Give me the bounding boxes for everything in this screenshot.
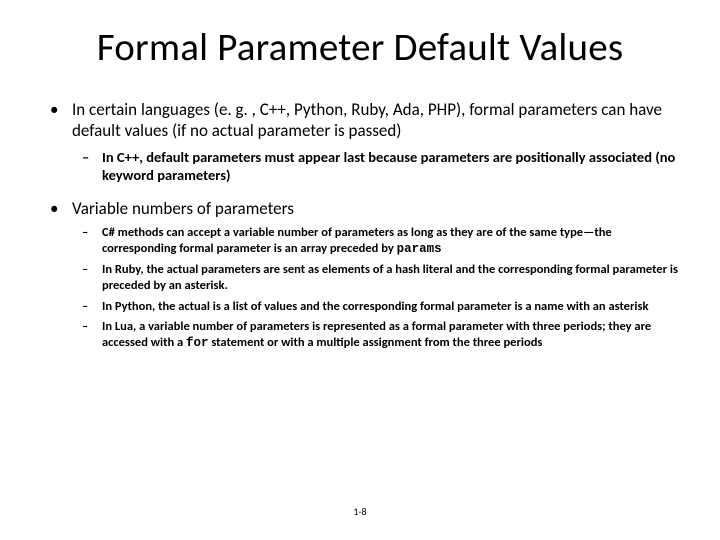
subbullet-text: In Ruby, the actual parameters are sent …	[102, 262, 678, 293]
slide-title: Formal Parameter Default Values	[40, 24, 680, 71]
bullet-text: Variable numbers of parameters	[72, 198, 294, 219]
bullet-list: In certain languages (e. g. , C++, Pytho…	[40, 99, 680, 351]
page-number: 1-8	[0, 505, 720, 518]
sublist-variable-params: C# methods can accept a variable number …	[72, 225, 680, 351]
subbullet-csharp: C# methods can accept a variable number …	[72, 225, 680, 257]
subbullet-lua: In Lua, a variable number of parameters …	[72, 319, 680, 351]
subbullet-ruby: In Ruby, the actual parameters are sent …	[72, 262, 680, 293]
slide: Formal Parameter Default Values In certa…	[0, 0, 720, 540]
code-for: for	[186, 336, 209, 350]
bullet-variable-params: Variable numbers of parameters C# method…	[40, 198, 680, 352]
subbullet-python: In Python, the actual is a list of value…	[72, 299, 680, 315]
subbullet-text-part: C# methods can accept a variable number …	[102, 225, 612, 256]
bullet-text: In certain languages (e. g. , C++, Pytho…	[72, 99, 662, 141]
subbullet-cpp-last: In C++, default parameters must appear l…	[72, 148, 680, 184]
subbullet-text-part: statement or with a multiple assignment …	[209, 335, 543, 350]
sublist-default-values: In C++, default parameters must appear l…	[72, 148, 680, 184]
subbullet-text: In C++, default parameters must appear l…	[102, 148, 675, 184]
bullet-default-values: In certain languages (e. g. , C++, Pytho…	[40, 99, 680, 184]
subbullet-text: In Python, the actual is a list of value…	[102, 299, 648, 314]
code-params: params	[397, 242, 442, 256]
